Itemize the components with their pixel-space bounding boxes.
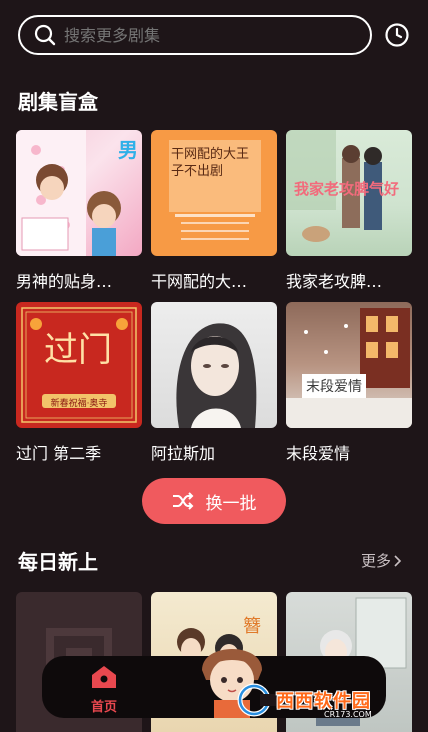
- drama-title: 干网配的大…: [151, 272, 248, 291]
- tab-home[interactable]: 首页: [78, 664, 130, 715]
- drama-card[interactable]: 男 男神的贴身…: [16, 130, 142, 292]
- drama-card[interactable]: 末段爱情 末段爱情: [286, 302, 412, 464]
- section-title-blind-box: 剧集盲盒: [18, 90, 98, 114]
- drama-title: 阿拉斯加: [151, 444, 216, 463]
- drama-card[interactable]: 过门 新春祝福·奥寺 过门 第二季: [16, 302, 142, 464]
- history-clock-icon[interactable]: [384, 22, 410, 48]
- drama-title: 男神的贴身…: [16, 272, 113, 291]
- drama-title: 我家老攻脾…: [286, 272, 383, 291]
- drama-card[interactable]: 我家老攻脾气好 我家老攻脾…: [286, 130, 412, 292]
- drama-cover[interactable]: 我家老攻脾气好: [286, 130, 412, 256]
- shuffle-label: 换一批: [205, 493, 257, 514]
- drama-card[interactable]: 干网配的大王子不出剧 干网配的大…: [151, 130, 277, 292]
- cover-text: 过门: [44, 330, 112, 370]
- watermark-subtext: CR173.COM: [324, 710, 372, 719]
- section-title-daily: 每日新上: [18, 550, 98, 574]
- drama-cover[interactable]: 末段爱情: [286, 302, 412, 428]
- tab-home-label: 首页: [90, 700, 117, 715]
- search-row: [18, 14, 410, 56]
- cover-subtext: 新春祝福·奥寺: [50, 399, 108, 409]
- drama-title: 末段爱情: [286, 444, 351, 463]
- drama-title: 过门 第二季: [16, 444, 102, 463]
- cover-art: [176, 323, 257, 428]
- more-link[interactable]: 更多: [361, 550, 402, 571]
- home-icon: [92, 666, 116, 688]
- watermark-logo-icon: [237, 683, 276, 717]
- drama-cover[interactable]: 干网配的大王子不出剧: [151, 130, 277, 256]
- shuffle-button[interactable]: 换一批: [142, 478, 286, 524]
- more-label: 更多: [360, 552, 391, 570]
- drama-card[interactable]: 阿拉斯加: [151, 302, 277, 464]
- drama-cover[interactable]: 男: [16, 130, 142, 256]
- cover-text: 干网配的大王子不出剧: [171, 147, 250, 179]
- search-box[interactable]: [18, 15, 372, 55]
- search-input[interactable]: [64, 25, 334, 45]
- watermark: 西西软件园 CR173.COM: [236, 680, 412, 720]
- cover-text: 末段爱情: [302, 374, 366, 398]
- cover-text: 我家老攻脾气好: [294, 180, 400, 198]
- cover-art: [286, 308, 412, 428]
- drama-cover[interactable]: 过门 新春祝福·奥寺: [16, 302, 142, 428]
- cover-text: 男: [118, 138, 138, 162]
- search-icon: [34, 24, 56, 46]
- chevron-right-icon: [394, 554, 402, 567]
- shuffle-icon: [172, 492, 193, 510]
- drama-cover[interactable]: [151, 302, 277, 428]
